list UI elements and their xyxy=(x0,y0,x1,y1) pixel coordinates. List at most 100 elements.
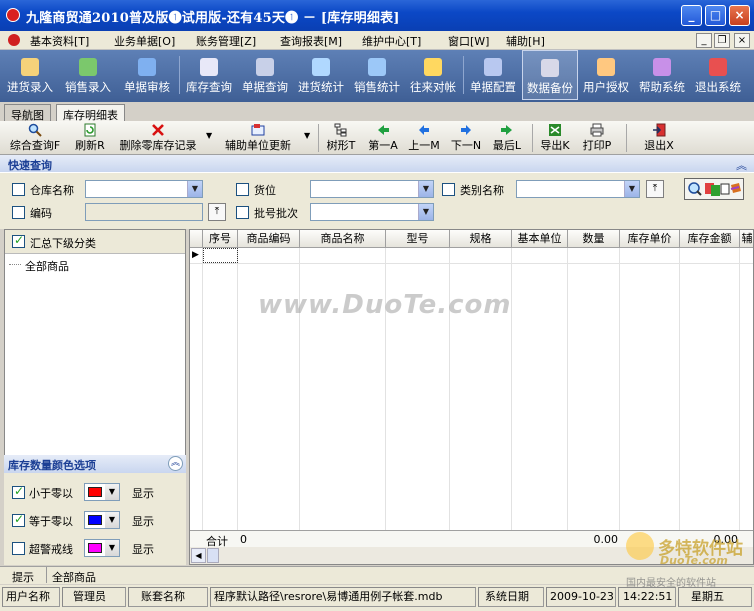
menu-help[interactable]: 辅助[H] xyxy=(506,33,545,49)
export-button[interactable]: 导出K xyxy=(536,123,574,153)
dropdown-arrow-icon[interactable]: ▼ xyxy=(304,131,310,140)
minimize-button[interactable]: _ xyxy=(681,5,702,26)
equal-zero-color-picker[interactable]: ▼ xyxy=(84,511,120,529)
scroll-thumb[interactable] xyxy=(207,548,219,563)
mdi-minimize-button[interactable]: _ xyxy=(696,33,712,48)
batch-checkbox[interactable] xyxy=(236,206,249,219)
maximize-button[interactable]: □ xyxy=(705,5,726,26)
aux-unit-update-button[interactable]: 辅助单位更新 xyxy=(218,123,298,153)
exit-button[interactable]: 退出X xyxy=(640,123,678,153)
equal-zero-checkbox[interactable] xyxy=(12,512,25,527)
column-header[interactable]: 型号 xyxy=(386,230,450,248)
first-record-button[interactable]: 第一A xyxy=(364,123,402,153)
toolbar-separator xyxy=(626,124,627,152)
batch-select[interactable]: ▼ xyxy=(310,203,434,221)
column-header[interactable]: 库存金额 xyxy=(680,230,740,248)
app-logo-icon xyxy=(6,8,20,22)
tree-view-button[interactable]: 树形T xyxy=(322,123,360,153)
tab-inventory-detail[interactable]: 库存明细表 xyxy=(56,104,125,122)
inventory-search-icon xyxy=(200,58,218,76)
category-select[interactable]: ▼ xyxy=(516,180,640,198)
column-header[interactable]: 序号 xyxy=(203,230,238,248)
column-header[interactable]: 基本单位 xyxy=(512,230,568,248)
close-button[interactable]: × xyxy=(729,5,750,26)
delete-zero-stock-button[interactable]: 删除零库存记录 xyxy=(114,123,202,153)
dropdown-arrow-icon[interactable]: ▼ xyxy=(206,131,212,140)
collapse-icon[interactable]: ︽ xyxy=(736,157,747,173)
exit-system-button[interactable]: 退出系统 xyxy=(692,50,744,100)
tree-node-all-products[interactable]: 全部商品 xyxy=(25,258,69,274)
combined-query-button[interactable]: 综合查询F xyxy=(4,123,66,153)
chevron-down-icon[interactable]: ▼ xyxy=(418,181,433,197)
below-zero-color-picker[interactable]: ▼ xyxy=(84,483,120,501)
focused-cell[interactable] xyxy=(203,248,238,263)
menu-business-docs[interactable]: 业务单据[O] xyxy=(114,33,175,49)
document-check-button[interactable]: 单据审核 xyxy=(119,50,175,100)
grid-column xyxy=(512,248,568,530)
reconcile-icon xyxy=(424,58,442,76)
category-checkbox[interactable] xyxy=(442,183,455,196)
purchase-stats-button[interactable]: 进货统计 xyxy=(294,50,348,100)
query-button[interactable] xyxy=(684,178,744,200)
last-record-button[interactable]: 最后L xyxy=(488,123,526,153)
over-alert-color-picker[interactable]: ▼ xyxy=(84,539,120,557)
inventory-search-button[interactable]: 库存查询 xyxy=(182,50,236,100)
summary-subcategory-checkbox[interactable] xyxy=(12,233,25,248)
summary-subcategory-label: 汇总下级分类 xyxy=(30,237,96,250)
chevron-down-icon[interactable]: ▼ xyxy=(105,512,119,528)
reconcile-button[interactable]: 往来对帐 xyxy=(406,50,460,100)
data-backup-button[interactable]: 数据备份 xyxy=(522,50,578,100)
menu-reports[interactable]: 查询报表[M] xyxy=(280,33,342,49)
brand-slogan: 国内最安全的软件站 xyxy=(626,578,716,589)
chevron-down-icon[interactable]: ▼ xyxy=(624,181,639,197)
column-header[interactable]: 商品编码 xyxy=(238,230,300,248)
below-zero-checkbox[interactable] xyxy=(12,484,25,499)
refresh-button[interactable]: 刷新R xyxy=(70,123,110,153)
purchase-stats-icon xyxy=(312,58,330,76)
warehouse-checkbox[interactable] xyxy=(12,183,25,196)
quick-query-panel: 仓库名称 ▼ 货位 ▼ 类别名称 ▼ ⤒ 编码 ⤒ 批号批次 ▼ xyxy=(0,173,754,229)
chevron-down-icon[interactable]: ▼ xyxy=(418,204,433,220)
chevron-down-icon[interactable]: ▼ xyxy=(187,181,202,197)
column-header[interactable]: 库存单价 xyxy=(620,230,680,248)
app-menu-icon[interactable] xyxy=(8,34,20,46)
chevron-down-icon[interactable]: ▼ xyxy=(105,484,119,500)
warehouse-select[interactable]: ▼ xyxy=(85,180,203,198)
code-input[interactable] xyxy=(85,203,203,221)
tab-navigation-map[interactable]: 导航图 xyxy=(4,104,51,122)
menu-window[interactable]: 窗口[W] xyxy=(448,33,489,49)
document-search-label: 单据查询 xyxy=(242,80,288,94)
print-button[interactable]: 打印P xyxy=(578,123,616,153)
code-picker-button[interactable]: ⤒ xyxy=(208,203,226,221)
scroll-left-arrow-icon[interactable]: ◀ xyxy=(191,548,206,563)
category-picker-button[interactable]: ⤒ xyxy=(646,180,664,198)
collapse-icon[interactable]: ︽ xyxy=(168,456,183,471)
sales-stats-button[interactable]: 销售统计 xyxy=(350,50,404,100)
prev-record-button[interactable]: 上一M xyxy=(404,123,444,153)
sales-entry-button[interactable]: 销售录入 xyxy=(60,50,116,100)
next-record-button[interactable]: 下一N xyxy=(446,123,486,153)
column-header[interactable]: 规格 xyxy=(450,230,512,248)
mdi-close-button[interactable]: × xyxy=(734,33,750,48)
document-search-button[interactable]: 单据查询 xyxy=(238,50,292,100)
location-checkbox[interactable] xyxy=(236,183,249,196)
menu-basic-data[interactable]: 基本资料[T] xyxy=(30,33,89,49)
purchase-entry-button[interactable]: 进货录入 xyxy=(3,50,57,100)
document-config-button[interactable]: 单据配置 xyxy=(466,50,520,100)
document-config-label: 单据配置 xyxy=(470,80,516,94)
column-header[interactable]: 商品名称 xyxy=(300,230,386,248)
help-system-button[interactable]: 帮助系统 xyxy=(636,50,688,100)
mdi-restore-button[interactable]: ❐ xyxy=(714,33,730,48)
column-header[interactable]: 辅 xyxy=(740,230,753,248)
location-select[interactable]: ▼ xyxy=(310,180,434,198)
table-row[interactable]: ▶ xyxy=(190,248,753,264)
code-checkbox[interactable] xyxy=(12,206,25,219)
menu-maintenance[interactable]: 维护中心[T] xyxy=(362,33,421,49)
refresh-label: 刷新R xyxy=(75,139,105,152)
menu-accounting[interactable]: 账务管理[Z] xyxy=(196,33,256,49)
over-alert-checkbox[interactable] xyxy=(12,542,25,555)
chevron-down-icon[interactable]: ▼ xyxy=(105,540,119,556)
user-auth-button[interactable]: 用户授权 xyxy=(580,50,632,100)
column-header[interactable]: 数量 xyxy=(568,230,620,248)
tree-icon xyxy=(334,123,347,137)
